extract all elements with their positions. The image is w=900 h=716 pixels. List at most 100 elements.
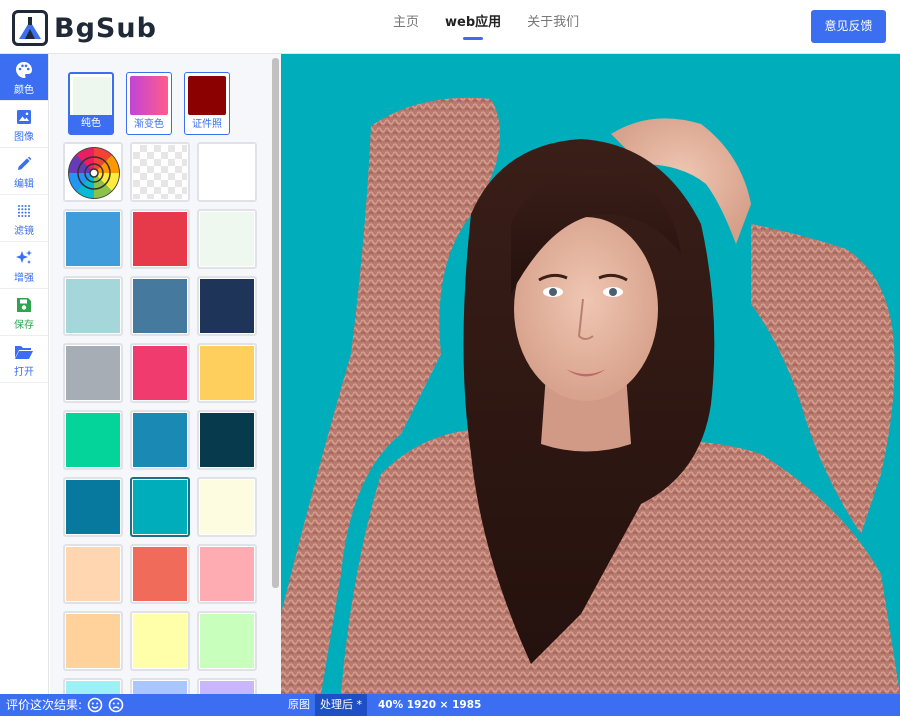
color-swatch-fill <box>200 547 254 601</box>
tab-id-photo[interactable]: 证件照 <box>184 72 230 135</box>
color-swatch[interactable] <box>197 544 257 604</box>
color-swatch[interactable] <box>130 544 190 604</box>
nav-about[interactable]: 关于我们 <box>527 0 579 46</box>
color-swatch[interactable] <box>197 276 257 336</box>
color-swatch-fill <box>66 480 120 534</box>
color-swatch[interactable] <box>63 276 123 336</box>
tool-sidebar: 颜色 图像 编辑 滤镜 增强 保存 打开 <box>0 54 49 694</box>
status-bar: 评价这次结果: 原图 处理后 * 40% 1920 × 1985 <box>0 694 900 716</box>
rating-label: 评价这次结果: <box>6 698 83 712</box>
color-swatch[interactable] <box>197 209 257 269</box>
tool-image[interactable]: 图像 <box>0 101 48 148</box>
image-canvas[interactable] <box>281 54 900 694</box>
color-swatch[interactable] <box>130 611 190 671</box>
tool-open[interactable]: 打开 <box>0 336 48 383</box>
color-swatch-fill <box>66 346 120 400</box>
filter-dots-icon <box>18 204 30 217</box>
color-swatch[interactable] <box>63 611 123 671</box>
color-swatch-fill <box>133 346 187 400</box>
solid-swatch <box>73 77 111 116</box>
sparkle-icon <box>16 249 32 264</box>
color-swatch-fill <box>133 681 187 694</box>
color-swatch[interactable] <box>197 343 257 403</box>
color-swatch[interactable] <box>197 611 257 671</box>
color-wheel-icon <box>68 147 120 199</box>
color-swatch[interactable] <box>63 544 123 604</box>
color-swatch[interactable] <box>197 410 257 470</box>
color-swatch-fill <box>133 279 187 333</box>
color-type-tabs: 纯色 渐变色 证件照 <box>68 72 242 135</box>
color-wheel-picker[interactable] <box>63 142 123 202</box>
folder-open-icon <box>15 345 33 359</box>
color-swatch[interactable] <box>130 678 190 694</box>
color-swatch-fill <box>66 614 120 668</box>
color-swatch-fill <box>200 413 254 467</box>
tool-image-label: 图像 <box>14 132 34 143</box>
tool-edit-label: 编辑 <box>14 179 34 190</box>
color-swatch-fill <box>133 212 187 266</box>
nav-web-app[interactable]: web应用 <box>445 0 501 46</box>
nav-home[interactable]: 主页 <box>393 0 419 46</box>
frown-icon[interactable] <box>108 697 124 713</box>
pencil-icon <box>18 156 32 170</box>
color-swatch-fill <box>133 547 187 601</box>
transparent-swatch[interactable] <box>130 142 190 202</box>
color-swatch[interactable] <box>197 477 257 537</box>
color-swatch[interactable] <box>130 276 190 336</box>
view-processed-button[interactable]: 处理后 * <box>315 694 367 716</box>
tool-filter[interactable]: 滤镜 <box>0 195 48 242</box>
tab-gradient[interactable]: 渐变色 <box>126 72 172 135</box>
main-nav: 主页 web应用 关于我们 <box>380 0 592 54</box>
color-panel: 纯色 渐变色 证件照 <box>50 54 281 694</box>
tool-enhance-label: 增强 <box>14 273 34 284</box>
color-swatch-fill <box>133 614 187 668</box>
color-swatch[interactable] <box>63 209 123 269</box>
id-photo-swatch <box>188 76 226 115</box>
tab-gradient-label: 渐变色 <box>134 119 164 130</box>
color-swatch[interactable] <box>197 678 257 694</box>
color-swatch[interactable] <box>130 343 190 403</box>
logo-icon <box>12 10 48 46</box>
feedback-button[interactable]: 意见反馈 <box>811 10 886 43</box>
tool-save-label: 保存 <box>14 320 34 331</box>
color-swatch[interactable] <box>63 410 123 470</box>
tool-color[interactable]: 颜色 <box>0 54 48 101</box>
panel-scrollbar[interactable] <box>272 58 279 588</box>
tool-enhance[interactable]: 增强 <box>0 242 48 289</box>
logo-text: BgSub <box>54 12 157 44</box>
tool-filter-label: 滤镜 <box>14 226 34 237</box>
logo[interactable]: BgSub <box>12 10 157 46</box>
color-swatch-fill <box>66 212 120 266</box>
color-swatch-fill <box>133 413 187 467</box>
color-swatch-fill <box>200 480 254 534</box>
color-swatch-fill <box>200 346 254 400</box>
color-swatch[interactable] <box>130 209 190 269</box>
tab-id-photo-label: 证件照 <box>192 119 222 130</box>
tool-save[interactable]: 保存 <box>0 289 48 336</box>
gradient-swatch <box>130 76 168 115</box>
palette-icon <box>16 61 32 78</box>
color-swatch[interactable] <box>130 477 190 537</box>
color-swatch[interactable] <box>63 678 123 694</box>
color-swatch[interactable] <box>63 343 123 403</box>
tool-color-label: 颜色 <box>14 85 34 96</box>
tool-edit[interactable]: 编辑 <box>0 148 48 195</box>
color-swatch-fill <box>200 279 254 333</box>
color-swatch-fill <box>66 279 120 333</box>
color-swatch-fill <box>200 681 254 694</box>
color-swatch-fill <box>66 413 120 467</box>
color-swatch[interactable] <box>63 477 123 537</box>
color-swatch[interactable] <box>130 410 190 470</box>
tab-solid-label: 纯色 <box>70 115 112 133</box>
color-swatch-fill <box>66 681 120 694</box>
white-swatch[interactable] <box>197 142 257 202</box>
image-info: 40% 1920 × 1985 <box>378 699 482 711</box>
image-icon <box>17 109 31 124</box>
tool-open-label: 打开 <box>14 367 34 378</box>
color-swatch-fill <box>200 212 254 266</box>
tab-solid-color[interactable]: 纯色 <box>68 72 114 135</box>
smile-icon[interactable] <box>87 697 103 713</box>
top-header: BgSub 主页 web应用 关于我们 意见反馈 <box>0 0 900 54</box>
view-toggle: 原图 处理后 * <box>283 694 367 716</box>
view-original-button[interactable]: 原图 <box>283 694 315 716</box>
